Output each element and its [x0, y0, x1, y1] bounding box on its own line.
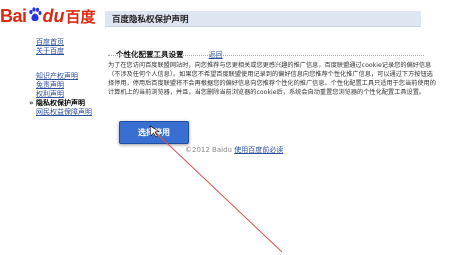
- mouse-pointer-icon: [149, 125, 160, 138]
- cursor-drag-line: [149, 125, 283, 253]
